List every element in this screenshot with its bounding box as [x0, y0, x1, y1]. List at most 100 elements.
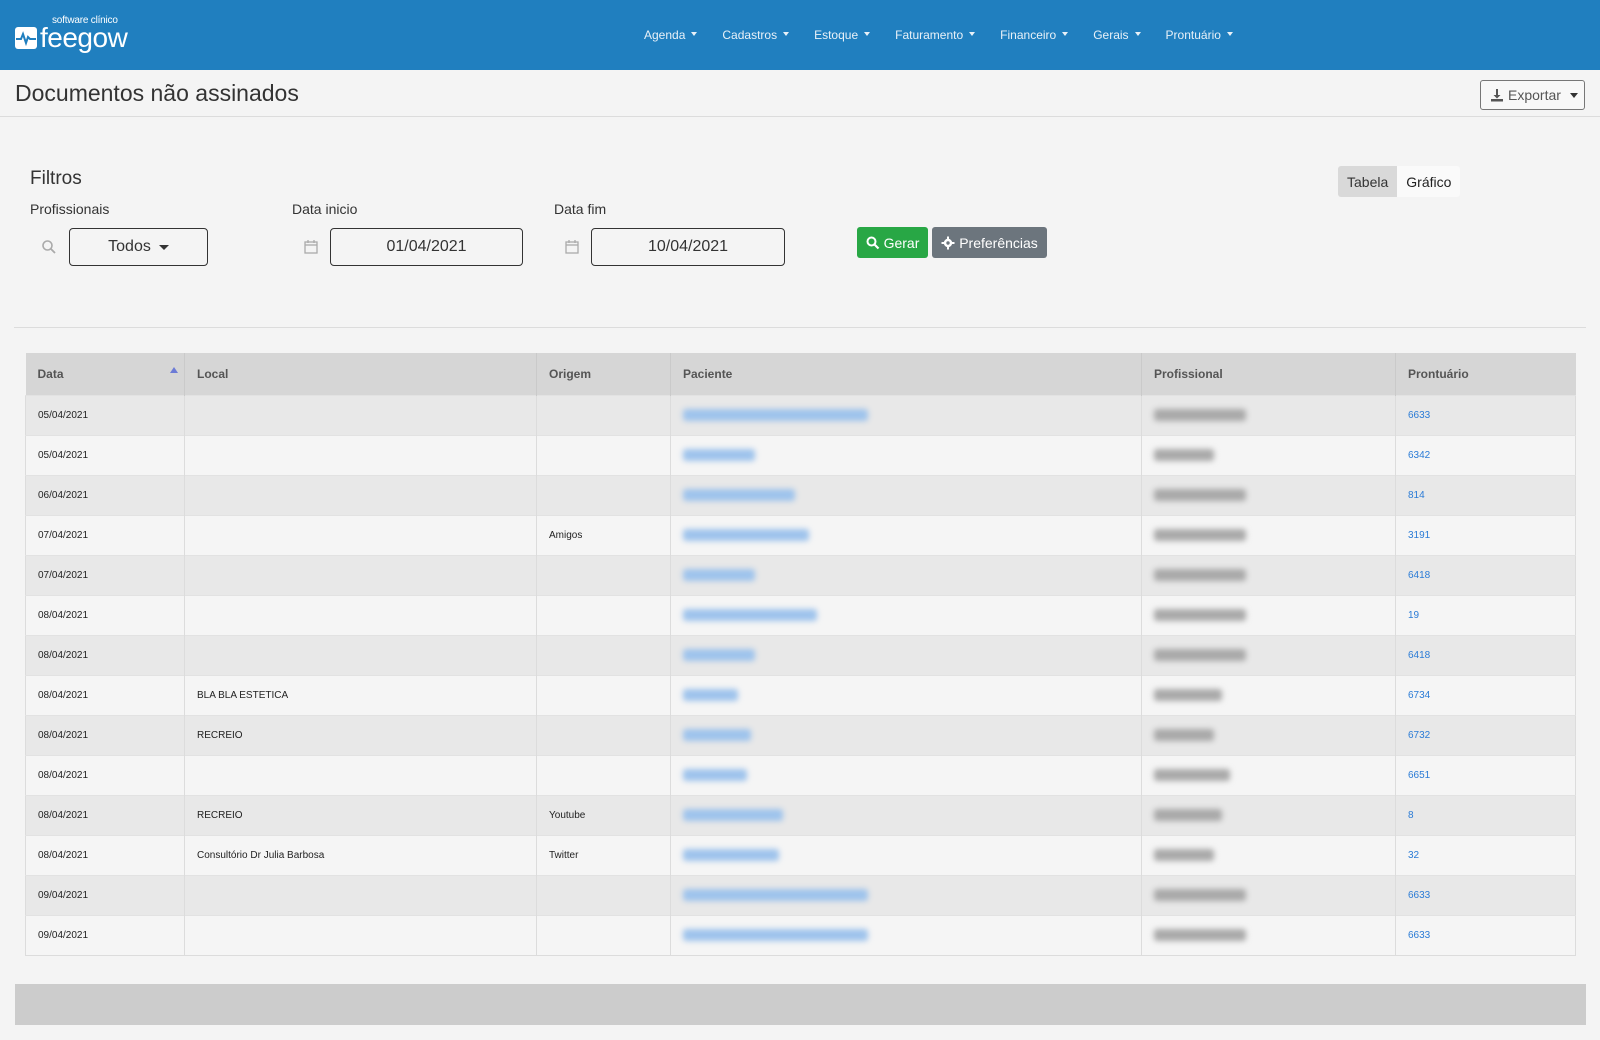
cell-prontuario[interactable]: 814	[1395, 474, 1576, 515]
caret-down-icon	[1569, 92, 1578, 98]
cell-prontuario[interactable]: 6732	[1395, 714, 1576, 755]
cell-local	[184, 914, 537, 955]
download-icon	[1491, 89, 1503, 102]
table-row: 08/04/2021 BLA BLA ESTETICA 6734	[25, 674, 1576, 715]
cell-prontuario[interactable]: 3191	[1395, 514, 1576, 555]
menu-estoque[interactable]: Estoque	[814, 28, 871, 42]
menu-gerais[interactable]: Gerais	[1093, 28, 1141, 42]
data-inicio-field[interactable]: 01/04/2021	[330, 228, 523, 266]
cell-profissional	[1141, 754, 1396, 795]
cell-paciente[interactable]	[670, 914, 1142, 955]
cell-prontuario[interactable]: 6418	[1395, 634, 1576, 675]
menu-cadastros[interactable]: Cadastros	[722, 28, 790, 42]
cell-paciente[interactable]	[670, 754, 1142, 795]
cell-paciente[interactable]	[670, 674, 1142, 715]
redacted-professional-name	[1154, 409, 1246, 421]
cell-origem	[536, 394, 671, 435]
redacted-patient-name	[683, 849, 779, 861]
cell-local	[184, 594, 537, 635]
preferencias-button[interactable]: Preferências	[932, 227, 1047, 258]
column-header-profissional[interactable]: Profissional	[1141, 353, 1396, 395]
cell-local: BLA BLA ESTETICA	[184, 674, 537, 715]
table-row: 05/04/2021 6342	[25, 434, 1576, 475]
cell-prontuario[interactable]: 6633	[1395, 874, 1576, 915]
column-header-paciente[interactable]: Paciente	[670, 353, 1142, 395]
redacted-professional-name	[1154, 489, 1246, 501]
sort-asc-icon	[170, 367, 178, 373]
documents-table: Data Local Origem Paciente Profissional …	[25, 353, 1576, 956]
cell-local: Consultório Dr Julia Barbosa	[184, 834, 537, 875]
caret-down-icon	[783, 32, 790, 36]
menu-faturamento[interactable]: Faturamento	[895, 28, 976, 42]
preferencias-label: Preferências	[959, 234, 1038, 251]
cell-prontuario[interactable]: 32	[1395, 834, 1576, 875]
cell-paciente[interactable]	[670, 794, 1142, 835]
table-row: 07/04/2021 Amigos 3191	[25, 514, 1576, 555]
data-inicio-value: 01/04/2021	[386, 238, 467, 255]
logo-wordmark: feegow	[40, 22, 128, 53]
profissionais-select[interactable]: Todos	[69, 228, 208, 266]
redacted-patient-name	[683, 649, 755, 661]
logo-subtitle: software clínico	[52, 15, 118, 26]
cell-local	[184, 474, 537, 515]
redacted-patient-name	[683, 809, 783, 821]
cell-paciente[interactable]	[670, 874, 1142, 915]
cell-prontuario[interactable]: 6342	[1395, 434, 1576, 475]
feegow-logo[interactable]: software clínico feegow	[15, 15, 128, 53]
page-header: Documentos não assinados Exportar	[0, 70, 1600, 117]
caret-down-icon	[691, 32, 698, 36]
redacted-patient-name	[683, 929, 868, 941]
filters-title: Filtros	[30, 168, 82, 189]
tab-grafico[interactable]: Gráfico	[1397, 166, 1461, 197]
export-button[interactable]: Exportar	[1480, 80, 1585, 110]
cell-data: 09/04/2021	[25, 914, 185, 955]
cell-paciente[interactable]	[670, 394, 1142, 435]
cell-data: 08/04/2021	[25, 754, 185, 795]
cell-prontuario[interactable]: 8	[1395, 794, 1576, 835]
cell-paciente[interactable]	[670, 594, 1142, 635]
cell-prontuario[interactable]: 6633	[1395, 914, 1576, 955]
cell-profissional	[1141, 474, 1396, 515]
menu-prontuario[interactable]: Prontuário	[1166, 28, 1233, 42]
cell-paciente[interactable]	[670, 434, 1142, 475]
cell-prontuario[interactable]: 6633	[1395, 394, 1576, 435]
cell-paciente[interactable]	[670, 514, 1142, 555]
cell-profissional	[1141, 874, 1396, 915]
redacted-patient-name	[683, 529, 809, 541]
cell-data: 08/04/2021	[25, 794, 185, 835]
data-fim-field[interactable]: 10/04/2021	[591, 228, 785, 266]
cell-paciente[interactable]	[670, 554, 1142, 595]
redacted-patient-name	[683, 489, 795, 501]
cell-prontuario[interactable]: 19	[1395, 594, 1576, 635]
table-row: 08/04/2021 6418	[25, 634, 1576, 675]
cell-data: 07/04/2021	[25, 514, 185, 555]
tab-tabela[interactable]: Tabela	[1338, 166, 1398, 197]
column-header-data[interactable]: Data	[25, 353, 185, 395]
caret-down-icon	[1226, 32, 1233, 36]
main-menu: Agenda Cadastros Estoque Faturamento Fin…	[644, 0, 1258, 70]
search-icon	[866, 236, 879, 249]
divider	[14, 327, 1586, 328]
cell-paciente[interactable]	[670, 634, 1142, 675]
redacted-patient-name	[683, 889, 868, 901]
cell-paciente[interactable]	[670, 714, 1142, 755]
menu-financeiro[interactable]: Financeiro	[1000, 28, 1069, 42]
cell-data: 08/04/2021	[25, 714, 185, 755]
menu-agenda[interactable]: Agenda	[644, 28, 698, 42]
gerar-button[interactable]: Gerar	[857, 227, 928, 258]
column-header-origem[interactable]: Origem	[536, 353, 671, 395]
cell-prontuario[interactable]: 6734	[1395, 674, 1576, 715]
column-header-local[interactable]: Local	[184, 353, 537, 395]
cell-profissional	[1141, 834, 1396, 875]
table-row: 05/04/2021 6633	[25, 394, 1576, 435]
cell-paciente[interactable]	[670, 834, 1142, 875]
cell-profissional	[1141, 674, 1396, 715]
cell-origem	[536, 674, 671, 715]
table-row: 08/04/2021 6651	[25, 754, 1576, 795]
cell-prontuario[interactable]: 6651	[1395, 754, 1576, 795]
redacted-patient-name	[683, 729, 751, 741]
cell-prontuario[interactable]: 6418	[1395, 554, 1576, 595]
cell-paciente[interactable]	[670, 474, 1142, 515]
column-header-prontuario[interactable]: Prontuário	[1395, 353, 1576, 395]
view-toggle: Tabela Gráfico	[1338, 166, 1461, 197]
